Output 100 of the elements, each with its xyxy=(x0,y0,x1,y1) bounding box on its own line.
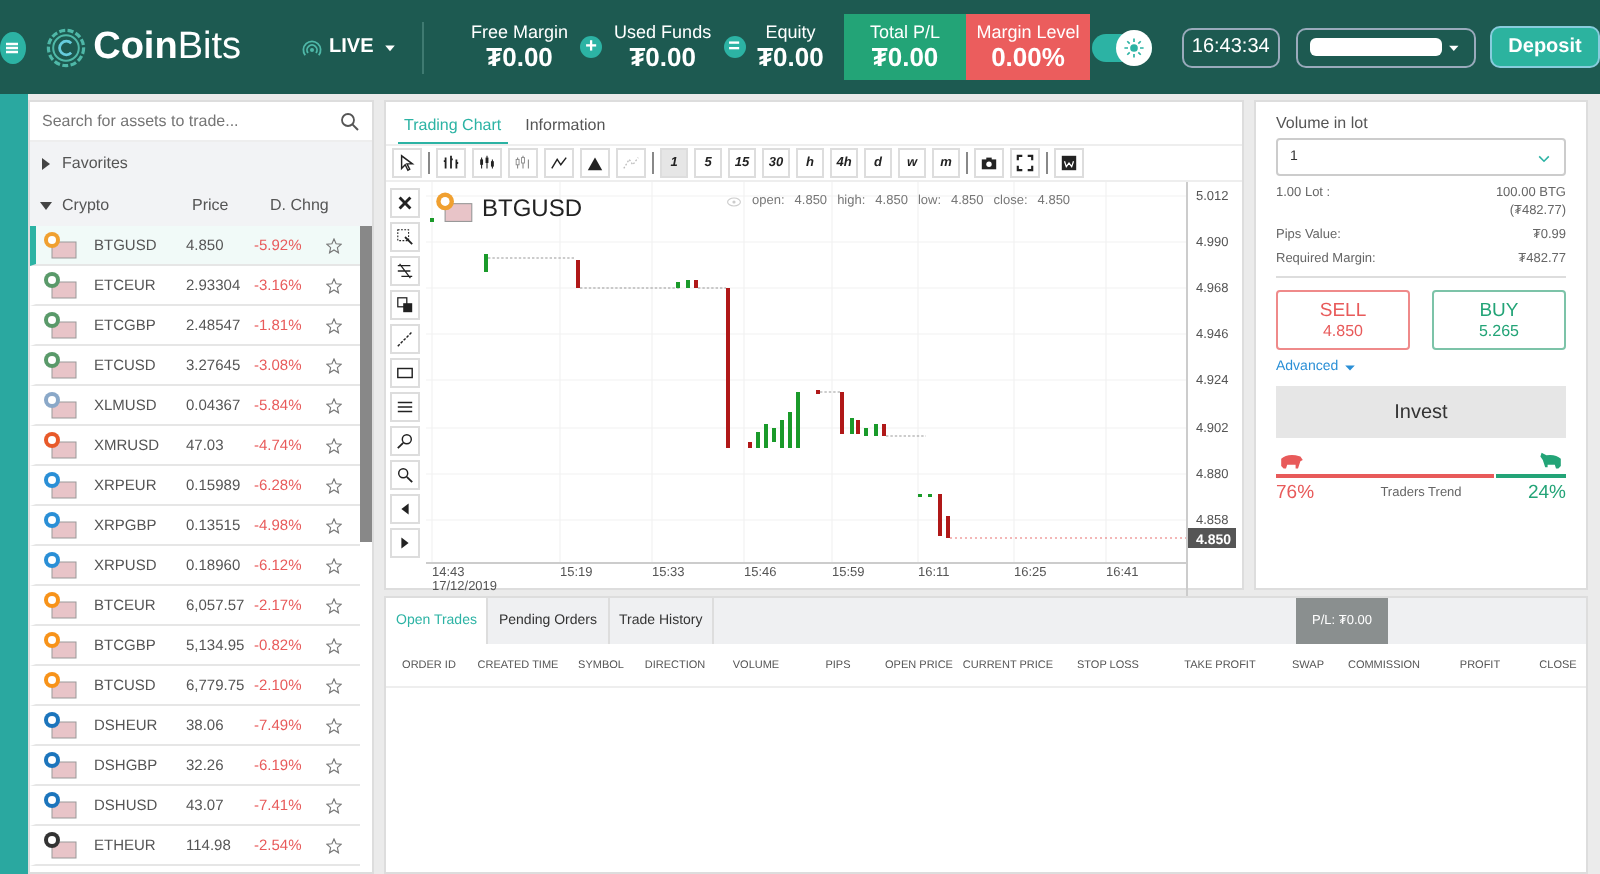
currency-pair-icon xyxy=(42,790,78,820)
field-label: Volume in lot xyxy=(1276,114,1370,132)
fullscreen-button[interactable] xyxy=(1010,148,1040,178)
price-connector-line xyxy=(819,391,841,393)
rectangle-icon xyxy=(396,364,414,382)
close-tool[interactable] xyxy=(390,188,420,218)
favorite-star-icon[interactable] xyxy=(326,557,342,573)
close-icon xyxy=(396,194,414,212)
logo-text: CoinBits xyxy=(93,25,242,69)
favorite-star-icon[interactable] xyxy=(326,397,342,413)
stat-value: 0.00% xyxy=(991,42,1065,72)
right-arrow-tool[interactable] xyxy=(390,528,420,558)
stat-value: ₮0.00 xyxy=(629,42,696,72)
invest-button[interactable]: Invest xyxy=(1276,386,1566,438)
favorite-star-icon[interactable] xyxy=(326,837,342,853)
camera-button[interactable] xyxy=(974,148,1004,178)
right-arrow-icon xyxy=(396,534,414,552)
stat-value: ₮0.00 xyxy=(757,42,824,72)
column-header: D. Chng xyxy=(270,196,329,214)
favorite-star-icon[interactable] xyxy=(326,317,342,333)
scrollbar[interactable] xyxy=(360,226,372,542)
caret-icon xyxy=(1344,361,1357,373)
trend-line-icon xyxy=(396,330,414,348)
copy-tool[interactable] xyxy=(390,290,420,320)
stat-label: Free Margin xyxy=(471,22,569,42)
account-dropdown[interactable] xyxy=(1296,27,1477,67)
currency-pair-icon xyxy=(42,230,78,260)
sell-button[interactable]: SELL 4.850 xyxy=(1276,290,1410,350)
zoom-in-tool[interactable] xyxy=(390,426,420,456)
menu-button[interactable] xyxy=(0,31,26,63)
zoom-out-tool[interactable] xyxy=(390,460,420,490)
zoom-in-icon xyxy=(396,432,414,450)
group-header[interactable]: Favorites xyxy=(30,142,372,184)
currency-pair-icon xyxy=(42,710,78,740)
currency-pair-icon xyxy=(42,350,78,380)
lines-icon xyxy=(396,398,414,416)
favorite-star-icon[interactable] xyxy=(326,757,342,773)
stat-label: Equity xyxy=(765,22,816,42)
currency-pair-icon xyxy=(42,470,78,500)
line-chart-icon xyxy=(550,154,568,172)
window-button[interactable] xyxy=(1054,148,1084,178)
left-arrow-tool[interactable] xyxy=(390,494,420,524)
expanded-icon xyxy=(40,199,52,211)
left-arrow-icon xyxy=(396,500,414,518)
stat-label: Total P/L xyxy=(870,22,941,42)
bull-percent: 24% xyxy=(1527,482,1566,504)
menu-icon xyxy=(2,37,23,57)
logo-icon xyxy=(45,27,86,67)
favorite-star-icon[interactable] xyxy=(326,357,342,373)
signal-icon xyxy=(301,37,322,57)
currency-pair-icon xyxy=(42,590,78,620)
dots-chart-button[interactable] xyxy=(616,148,646,178)
theme-toggle[interactable] xyxy=(1089,27,1154,67)
account-mode-dropdown[interactable]: LIVE xyxy=(301,36,398,58)
cursor-icon xyxy=(398,154,416,172)
chart-tab[interactable]: Information xyxy=(519,108,612,144)
favorite-star-icon[interactable] xyxy=(326,477,342,493)
currency-pair-icon xyxy=(42,510,78,540)
line-chart-button[interactable] xyxy=(544,148,574,178)
fullscreen-icon xyxy=(1016,154,1034,172)
candles-button[interactable] xyxy=(472,148,502,178)
rectangle-tool[interactable] xyxy=(390,358,420,388)
group-label: Favorites xyxy=(62,154,130,172)
area-chart-button[interactable] xyxy=(580,148,610,178)
favorite-star-icon[interactable] xyxy=(326,677,342,693)
favorite-star-icon[interactable] xyxy=(326,637,342,653)
search-icon xyxy=(340,111,360,131)
currency-pair-icon xyxy=(42,630,78,660)
stat-label: Used Funds xyxy=(614,22,712,42)
stat-value: ₮0.00 xyxy=(871,42,939,72)
currency-pair-icon xyxy=(42,270,78,300)
currency-pair-icon xyxy=(42,310,78,340)
currency-pair-icon xyxy=(434,190,474,224)
select-all-tool[interactable] xyxy=(390,256,420,286)
price-connector-line xyxy=(579,287,681,289)
select-all-icon xyxy=(396,262,414,280)
currency-pair-icon xyxy=(42,830,78,860)
bars-button[interactable] xyxy=(436,148,466,178)
clock: 16:43:34 xyxy=(1181,27,1281,67)
candles-icon xyxy=(478,154,496,172)
favorite-star-icon[interactable] xyxy=(326,717,342,733)
cursor-button[interactable] xyxy=(392,148,422,178)
favorite-star-icon[interactable] xyxy=(326,277,342,293)
camera-icon xyxy=(980,154,998,172)
favorite-star-icon[interactable] xyxy=(326,237,342,253)
collapsed-icon xyxy=(40,157,52,169)
zoom-out-icon xyxy=(396,466,414,484)
favorite-star-icon[interactable] xyxy=(326,437,342,453)
column-header: Price xyxy=(192,196,231,214)
select-tool[interactable] xyxy=(390,222,420,252)
favorite-star-icon[interactable] xyxy=(326,517,342,533)
currency-pair-icon xyxy=(42,550,78,580)
favorite-star-icon[interactable] xyxy=(326,597,342,613)
stat-label: Margin Level xyxy=(976,22,1080,42)
stat-value: ₮0.00 xyxy=(486,42,553,72)
group-header[interactable]: Crypto Price D. Chng xyxy=(30,184,372,226)
bars-icon xyxy=(442,154,460,172)
favorite-star-icon[interactable] xyxy=(326,797,342,813)
lines-tool[interactable] xyxy=(390,392,420,422)
bull-icon xyxy=(1534,448,1566,472)
